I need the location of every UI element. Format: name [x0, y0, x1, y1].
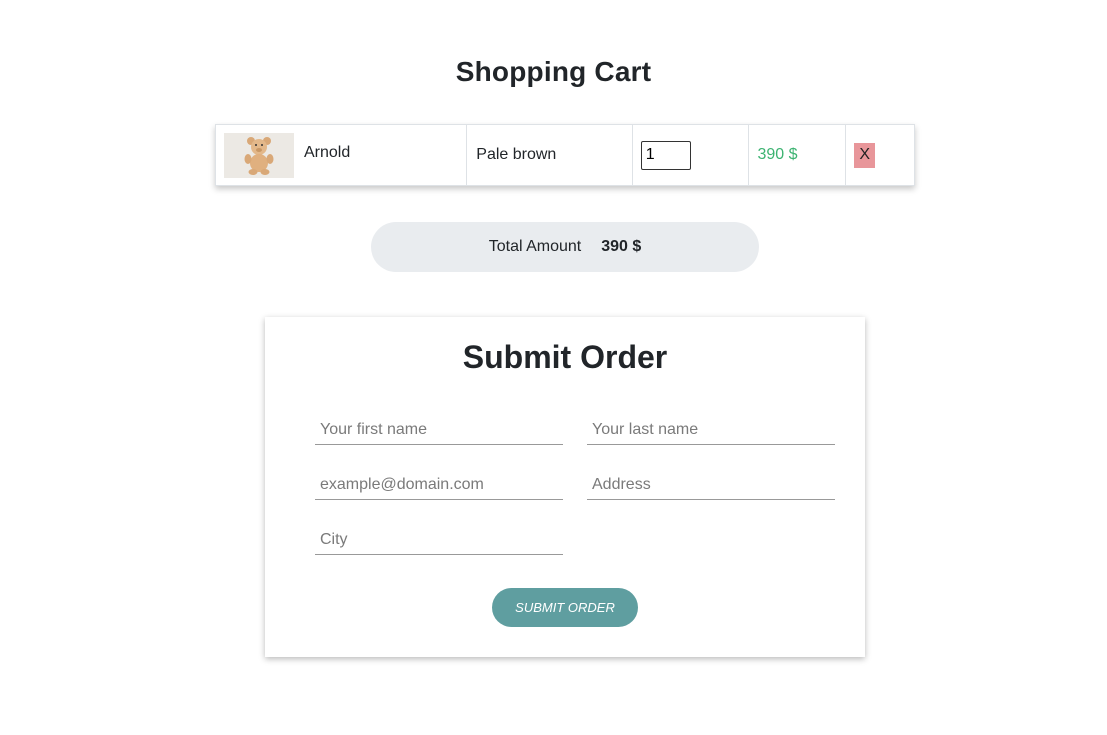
city-field[interactable] — [315, 525, 563, 555]
page: Shopping Cart Arnold Pale brown 1 390 $ … — [0, 0, 1107, 735]
order-form-title: Submit Order — [462, 339, 668, 375]
first-name-field[interactable] — [315, 415, 563, 445]
cart-table: Arnold Pale brown 390 $ X — [215, 124, 915, 186]
quantity-input[interactable] — [640, 140, 691, 170]
teddy-bear-image — [224, 132, 294, 178]
cart-cell-product: Arnold — [216, 125, 468, 185]
total-amount-box: Total Amount 390 $ — [371, 222, 759, 272]
total-label: Total Amount — [488, 238, 582, 255]
product-color: Pale brown — [476, 146, 557, 163]
last-name-field[interactable] — [587, 415, 835, 445]
teddy-bear-icon — [244, 137, 274, 175]
email-field[interactable] — [315, 470, 563, 500]
product-price: 390 $ — [757, 146, 798, 163]
submit-order-button[interactable]: Submit Order — [492, 588, 638, 627]
cart-cell-color: Pale brown — [467, 125, 633, 185]
cart-cell-price: 390 $ — [749, 125, 847, 185]
remove-item-button[interactable]: X — [854, 142, 876, 168]
product-name: Arnold — [304, 144, 351, 161]
cart-cell-quantity — [633, 125, 750, 185]
address-field[interactable] — [587, 470, 835, 500]
total-value: 390 $ — [601, 238, 642, 255]
submit-order-form: Submit Order Submit Order — [265, 317, 865, 657]
cart-cell-remove: X — [846, 125, 914, 185]
cart-title: Shopping Cart — [455, 56, 652, 87]
